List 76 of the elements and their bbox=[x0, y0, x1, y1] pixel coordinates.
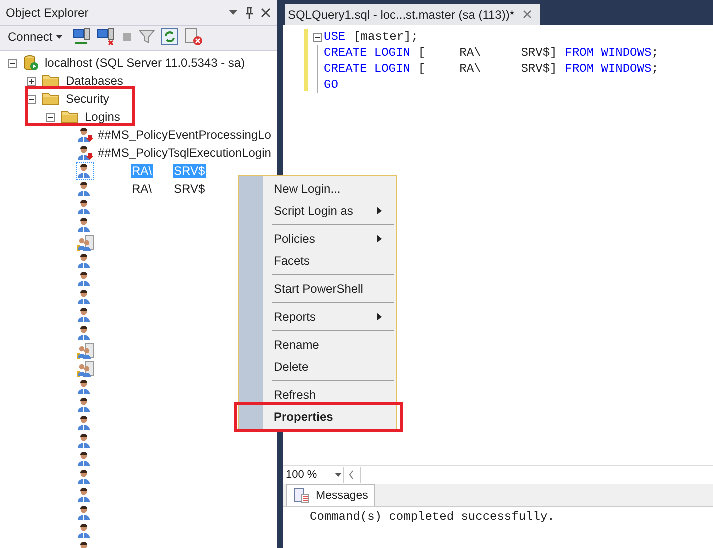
code-text: [ bbox=[418, 46, 426, 60]
messages-tab[interactable]: Messages bbox=[286, 484, 376, 506]
document-delete-icon[interactable] bbox=[184, 28, 203, 46]
login-name[interactable]: RA\ bbox=[131, 182, 154, 196]
user-icon bbox=[77, 127, 93, 143]
filter-icon[interactable] bbox=[138, 29, 155, 45]
collapse-icon[interactable] bbox=[313, 32, 322, 42]
user-icon bbox=[77, 451, 93, 467]
user-group-icon bbox=[77, 343, 95, 359]
database-server-icon bbox=[23, 55, 39, 71]
expander-icon[interactable] bbox=[46, 112, 55, 122]
code-text: USE bbox=[324, 30, 346, 44]
connect-button[interactable]: Connect bbox=[4, 30, 67, 44]
code-text: FROM WINDOWS bbox=[565, 46, 652, 60]
user-icon bbox=[77, 325, 93, 341]
login-name[interactable]: ##MS_PolicyTsqlExecutionLogin bbox=[97, 146, 272, 160]
code-text: CREATE LOGIN bbox=[324, 62, 410, 76]
expander-icon[interactable] bbox=[8, 58, 17, 68]
user-icon bbox=[77, 217, 93, 233]
code-text: RA\ bbox=[460, 46, 482, 60]
user-icon bbox=[77, 163, 93, 179]
code-text: ; bbox=[652, 46, 659, 60]
code-text: [master]; bbox=[354, 30, 418, 44]
tab-title: SQLQuery1.sql - loc...st.master (sa (113))* bbox=[288, 8, 515, 22]
change-bar bbox=[304, 29, 308, 91]
user-icon bbox=[77, 253, 93, 269]
caret-icon bbox=[56, 35, 63, 39]
user-icon bbox=[77, 487, 93, 503]
user-icon bbox=[77, 289, 93, 305]
code-text: CREATE LOGIN bbox=[324, 46, 410, 60]
user-icon bbox=[77, 397, 93, 413]
code-text: GO bbox=[324, 78, 338, 92]
user-icon bbox=[77, 307, 93, 323]
code-text: FROM WINDOWS bbox=[565, 62, 652, 76]
pin-icon[interactable] bbox=[245, 6, 254, 18]
login-name[interactable]: ##MS_PolicyEventProcessingLo bbox=[97, 128, 272, 142]
connect-server-icon[interactable] bbox=[72, 28, 91, 46]
disconnect-server-icon[interactable] bbox=[96, 28, 115, 46]
user-icon bbox=[77, 181, 93, 197]
expander-icon[interactable] bbox=[27, 94, 36, 104]
messages-icon bbox=[294, 488, 310, 504]
close-icon[interactable] bbox=[261, 8, 271, 18]
user-group-icon bbox=[77, 361, 95, 377]
user-icon bbox=[77, 433, 93, 449]
document-tab[interactable]: SQLQuery1.sql - loc...st.master (sa (113))* bbox=[285, 4, 540, 25]
user-icon bbox=[77, 199, 93, 215]
result-message: Command(s) completed successfully. bbox=[310, 510, 555, 524]
user-icon bbox=[77, 523, 93, 539]
code-text: SRV$] bbox=[521, 46, 558, 60]
caret-icon bbox=[335, 473, 342, 477]
tree-item[interactable]: Logins bbox=[83, 110, 122, 124]
panel-title: Object Explorer bbox=[6, 6, 90, 20]
code-text: [ bbox=[418, 62, 426, 76]
tab-label: Messages bbox=[316, 490, 368, 502]
code-text: SRV$] bbox=[521, 62, 558, 76]
zoom-dropdown[interactable]: 100 % bbox=[283, 469, 343, 481]
expander-icon[interactable] bbox=[27, 76, 36, 86]
dropdown-icon[interactable] bbox=[229, 10, 238, 16]
refresh-icon[interactable] bbox=[160, 28, 179, 46]
user-icon bbox=[77, 145, 93, 161]
user-icon bbox=[77, 379, 93, 395]
user-icon bbox=[77, 271, 93, 287]
code-text: ; bbox=[652, 62, 659, 76]
user-icon bbox=[77, 415, 93, 431]
close-icon[interactable] bbox=[522, 10, 532, 19]
tree-item[interactable]: Security bbox=[64, 92, 112, 106]
folder-icon bbox=[42, 74, 60, 88]
code-text: RA\ bbox=[460, 62, 482, 76]
user-icon bbox=[77, 469, 93, 485]
tree-item[interactable]: Databases bbox=[64, 74, 126, 88]
folder-icon bbox=[61, 110, 79, 124]
user-icon bbox=[77, 505, 93, 521]
tree-item[interactable]: localhost (SQL Server 11.0.5343 - sa) bbox=[43, 56, 248, 70]
user-group-icon bbox=[77, 235, 95, 251]
login-name[interactable]: SRV$ bbox=[173, 182, 206, 196]
folder-icon bbox=[42, 92, 60, 106]
